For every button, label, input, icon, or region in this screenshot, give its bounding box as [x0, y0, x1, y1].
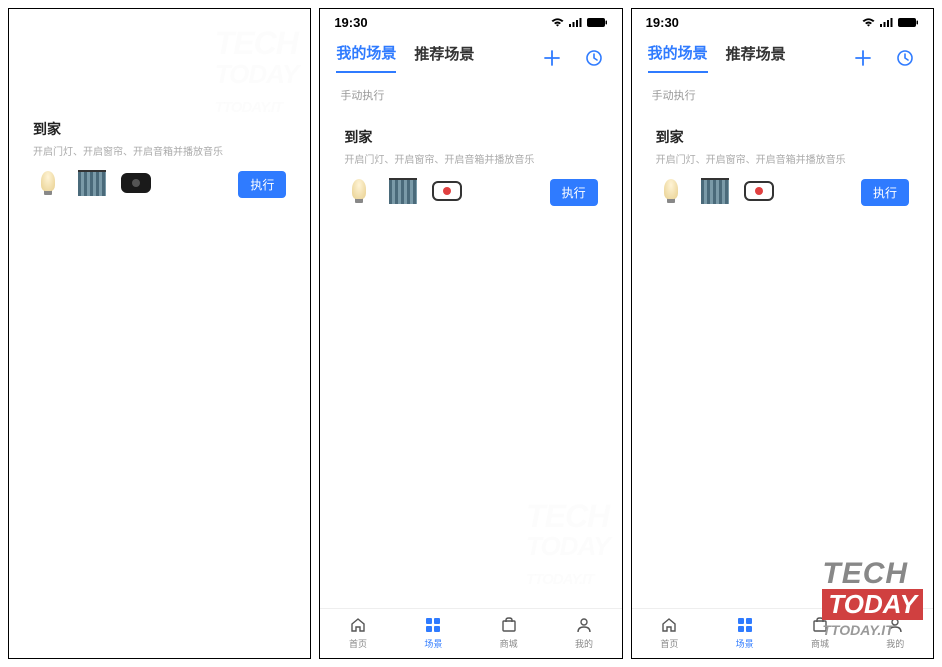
profile-icon	[574, 615, 594, 635]
content-area: 到家 开启门灯、开启窗帘、开启音箱并播放音乐 执行	[632, 109, 933, 608]
status-time: 19:30	[646, 15, 679, 30]
phone-screenshot-1: TECH TODAY TTODAY.IT 到家 开启门灯、开启窗帘、开启音箱并播…	[8, 8, 311, 659]
execute-button[interactable]: 执行	[550, 179, 598, 206]
bulb-icon	[656, 176, 686, 206]
device-icons	[344, 176, 541, 206]
nav-store[interactable]: 商城	[471, 615, 546, 650]
speaker-icon	[432, 176, 462, 206]
curtain-icon	[77, 168, 107, 198]
signal-icon	[879, 17, 894, 28]
execute-button[interactable]: 执行	[238, 171, 286, 198]
nav-home[interactable]: 首页	[632, 615, 707, 650]
tab-row: 我的场景 推荐场景	[632, 32, 933, 73]
scene-description: 开启门灯、开启窗帘、开启音箱并播放音乐	[33, 143, 286, 158]
section-label: 手动执行	[632, 73, 933, 109]
phone-screenshot-2: 19:30 我的场景 推荐场景 手动执行 到家 开启门灯、开启窗帘、开启音箱并播…	[319, 8, 622, 659]
nav-scenes[interactable]: 场景	[707, 615, 782, 650]
status-icons	[861, 17, 919, 28]
scene-title: 到家	[656, 127, 909, 147]
add-button[interactable]	[851, 46, 875, 70]
status-time: 19:30	[334, 15, 367, 30]
home-icon	[348, 615, 368, 635]
add-button[interactable]	[540, 46, 564, 70]
home-icon	[659, 615, 679, 635]
bottom-nav: 首页 场景 商城 我的	[632, 608, 933, 658]
nav-store[interactable]: 商城	[782, 615, 857, 650]
curtain-icon	[388, 176, 418, 206]
bottom-nav: 首页 场景 商城 我的	[320, 608, 621, 658]
scene-description: 开启门灯、开启窗帘、开启音箱并播放音乐	[344, 151, 597, 166]
scenes-icon	[423, 615, 443, 635]
scene-card: 到家 开启门灯、开启窗帘、开启音箱并播放音乐 执行	[648, 117, 917, 218]
execute-button[interactable]: 执行	[861, 179, 909, 206]
battery-icon	[586, 17, 608, 28]
speaker-icon	[121, 168, 151, 198]
scene-title: 到家	[344, 127, 597, 147]
nav-mine[interactable]: 我的	[546, 615, 621, 650]
status-icons	[550, 17, 608, 28]
tab-my-scenes[interactable]: 我的场景	[648, 42, 708, 73]
content-area: 到家 开启门灯、开启窗帘、开启音箱并播放音乐 执行 TECH TODAY TTO…	[320, 109, 621, 608]
status-bar: 19:30	[632, 9, 933, 32]
scene-card: 到家 开启门灯、开启窗帘、开启音箱并播放音乐 执行	[336, 117, 605, 218]
tab-my-scenes[interactable]: 我的场景	[336, 42, 396, 73]
scene-title: 到家	[33, 119, 286, 139]
nav-scenes[interactable]: 场景	[396, 615, 471, 650]
history-button[interactable]	[582, 46, 606, 70]
device-icons	[33, 168, 230, 198]
tab-recommended[interactable]: 推荐场景	[414, 43, 474, 72]
content-area: 到家 开启门灯、开启窗帘、开启音箱并播放音乐 执行	[9, 9, 310, 658]
bulb-icon	[33, 168, 63, 198]
scenes-icon	[735, 615, 755, 635]
wifi-icon	[861, 17, 876, 28]
profile-icon	[885, 615, 905, 635]
tab-row: 我的场景 推荐场景	[320, 32, 621, 73]
signal-icon	[568, 17, 583, 28]
status-bar: 19:30	[320, 9, 621, 32]
section-label: 手动执行	[320, 73, 621, 109]
wifi-icon	[550, 17, 565, 28]
tab-recommended[interactable]: 推荐场景	[726, 43, 786, 72]
bulb-icon	[344, 176, 374, 206]
history-button[interactable]	[893, 46, 917, 70]
nav-mine[interactable]: 我的	[858, 615, 933, 650]
speaker-icon	[744, 176, 774, 206]
nav-home[interactable]: 首页	[320, 615, 395, 650]
scene-card: 到家 开启门灯、开启窗帘、开启音箱并播放音乐 执行	[25, 109, 294, 210]
curtain-icon	[700, 176, 730, 206]
phone-screenshot-3: 19:30 我的场景 推荐场景 手动执行 到家 开启门灯、开启窗帘、开启音箱并播…	[631, 8, 934, 659]
store-icon	[499, 615, 519, 635]
device-icons	[656, 176, 853, 206]
battery-icon	[897, 17, 919, 28]
scene-description: 开启门灯、开启窗帘、开启音箱并播放音乐	[656, 151, 909, 166]
store-icon	[810, 615, 830, 635]
